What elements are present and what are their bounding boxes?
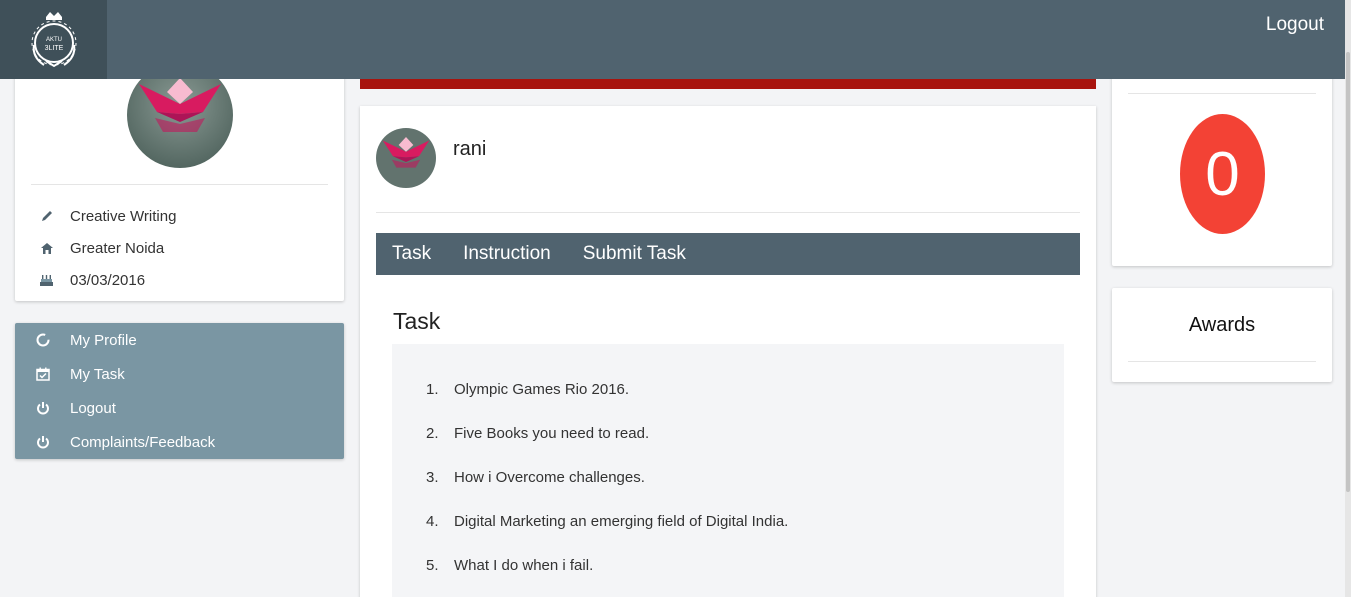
score-divider xyxy=(1128,93,1316,94)
awards-title: Awards xyxy=(1188,314,1256,336)
list-number: 1. xyxy=(426,380,439,398)
accent-banner xyxy=(360,79,1096,89)
profile-divider xyxy=(31,184,328,185)
list-text: Five Books you need to read. xyxy=(454,424,650,442)
tab-task[interactable]: Task xyxy=(376,243,447,265)
logo-text-top: AKTU xyxy=(45,37,61,43)
card-divider xyxy=(376,212,1080,213)
list-text: What I do when i fail. xyxy=(454,556,594,574)
list-item: 5. What I do when i fail. xyxy=(426,554,593,576)
list-item: 3. How i Overcome challenges. xyxy=(426,466,645,488)
profile-date: 03/03/2016 xyxy=(70,271,146,289)
profile-city-row: Greater Noida xyxy=(15,236,164,260)
score-card: 0 xyxy=(1112,60,1332,266)
sidebar-nav: My Profile My Task Logout Complaints/Fee… xyxy=(15,323,344,459)
user-avatar xyxy=(376,128,436,188)
topbar-logout-link[interactable]: Logout xyxy=(1266,14,1324,36)
list-item: 1. Olympic Games Rio 2016. xyxy=(426,378,629,400)
awards-card: Awards xyxy=(1112,288,1332,382)
list-text: Olympic Games Rio 2016. xyxy=(454,380,630,398)
circle-icon xyxy=(15,333,70,347)
profile-interest-row: Creative Writing xyxy=(15,204,176,228)
awards-divider xyxy=(1128,361,1316,362)
power-icon xyxy=(15,435,70,449)
sidebar-item-logout[interactable]: Logout xyxy=(15,391,344,425)
profile-city: Greater Noida xyxy=(70,239,165,257)
tab-submit-task[interactable]: Submit Task xyxy=(567,243,702,265)
logo-text-bottom: 3LITE xyxy=(44,45,63,52)
sidebar-item-label: Complaints/Feedback xyxy=(70,433,216,451)
power-icon xyxy=(15,401,70,415)
task-tabs: Task Instruction Submit Task xyxy=(376,233,1080,275)
task-card: rani Task Instruction Submit Task Task 1… xyxy=(360,106,1096,597)
profile-interest: Creative Writing xyxy=(70,207,177,225)
list-number: 4. xyxy=(426,512,439,530)
list-item: 4. Digital Marketing an emerging field o… xyxy=(426,510,788,532)
list-text: Digital Marketing an emerging field of D… xyxy=(454,512,789,530)
top-navbar: AKTU 3LITE Logout xyxy=(0,0,1351,79)
home-icon xyxy=(15,242,70,255)
profile-card: Creative Writing Greater Noida 03/03/201… xyxy=(15,60,344,301)
sidebar-item-label: Logout xyxy=(70,399,116,417)
list-item: 2. Five Books you need to read. xyxy=(426,422,649,444)
list-text: How i Overcome challenges. xyxy=(454,468,645,486)
list-number: 3. xyxy=(426,468,439,486)
sidebar-item-label: My Task xyxy=(70,365,125,383)
username: rani xyxy=(453,138,487,160)
page-scrollbar[interactable] xyxy=(1345,0,1351,597)
list-number: 2. xyxy=(426,424,439,442)
sidebar-item-label: My Profile xyxy=(70,331,137,349)
list-number: 5. xyxy=(426,556,439,574)
sidebar-item-my-task[interactable]: My Task xyxy=(15,357,344,391)
task-heading: Task xyxy=(393,308,441,334)
calendar-check-icon xyxy=(15,367,70,381)
brand-logo[interactable]: AKTU 3LITE xyxy=(0,0,107,79)
profile-date-row: 03/03/2016 xyxy=(15,268,145,292)
pencil-icon xyxy=(15,209,70,223)
tab-instruction[interactable]: Instruction xyxy=(447,243,567,265)
scrollbar-thumb[interactable] xyxy=(1346,52,1350,492)
origami-boat-avatar-icon xyxy=(376,128,436,188)
task-list: 1. Olympic Games Rio 2016. 2. Five Books… xyxy=(392,344,1064,597)
laurel-logo-icon: AKTU 3LITE xyxy=(31,11,76,67)
score-badge: 0 xyxy=(1180,114,1265,234)
sidebar-item-my-profile[interactable]: My Profile xyxy=(15,323,344,357)
sidebar-item-complaints-feedback[interactable]: Complaints/Feedback xyxy=(15,425,344,459)
birthday-cake-icon xyxy=(15,273,70,287)
